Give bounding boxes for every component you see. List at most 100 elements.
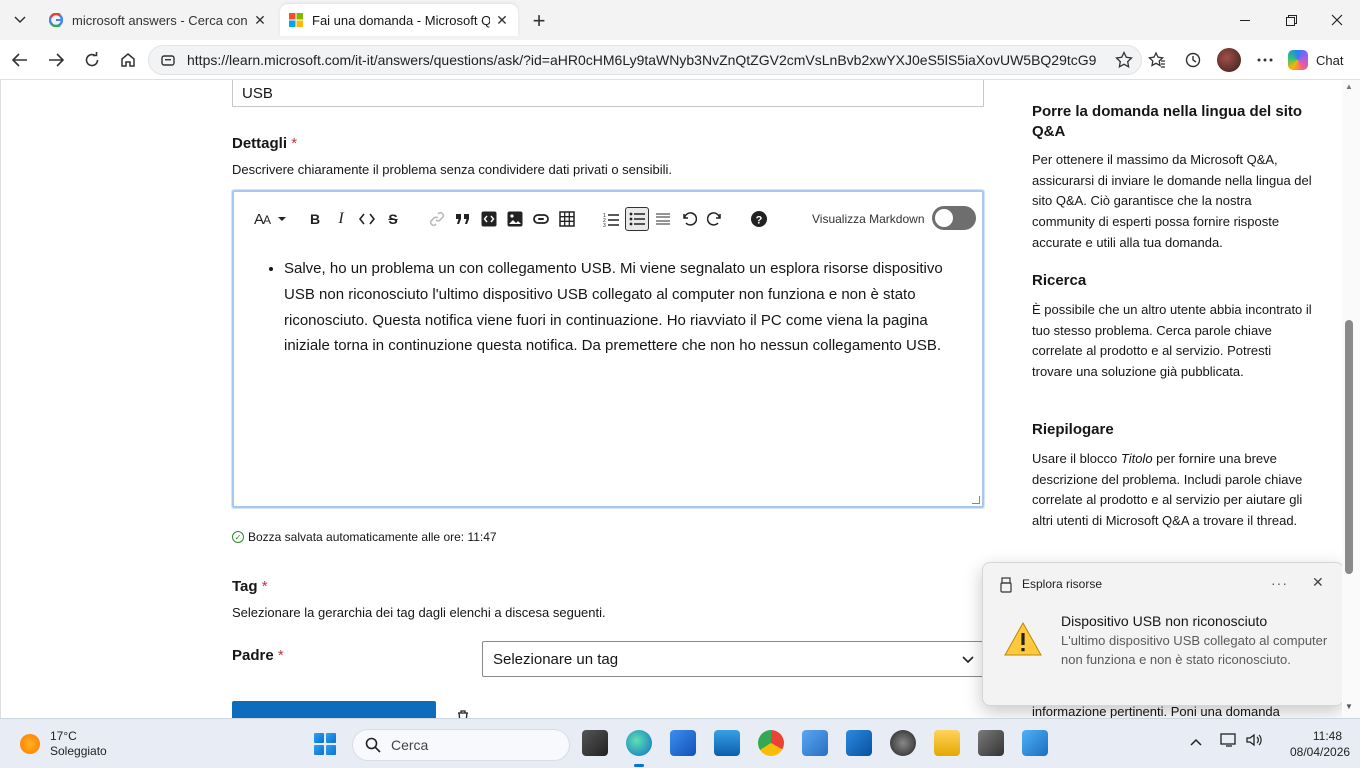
sidebar-heading: Ricerca — [1032, 272, 1087, 289]
scroll-up-icon[interactable]: ▲ — [1345, 82, 1353, 91]
editor-toolbar: AA B I S 1 2 3 ? Visualizza Markdown — [248, 206, 976, 234]
refresh-button[interactable] — [78, 46, 106, 74]
home-icon — [121, 53, 135, 67]
system-clock[interactable]: 11:48 08/04/2026 — [1290, 728, 1350, 760]
network-app-icon[interactable] — [802, 730, 828, 756]
details-label-text: Dettagli — [232, 135, 288, 152]
forward-button[interactable] — [42, 46, 70, 74]
body-text: Usare il blocco — [1032, 451, 1121, 466]
parent-label-text: Padre — [232, 647, 274, 664]
chrome-icon[interactable] — [758, 730, 784, 756]
task-view-icon[interactable] — [582, 730, 608, 756]
sidebar-section-language: Porre la domanda nella lingua del sito Q… — [1032, 102, 1314, 254]
strikethrough-icon[interactable]: S — [382, 208, 404, 230]
bulleted-list-icon[interactable] — [625, 207, 649, 231]
avatar[interactable] — [1217, 48, 1241, 72]
close-icon[interactable]: ✕ — [252, 12, 268, 28]
monitor-app-icon[interactable] — [714, 730, 740, 756]
network-icon[interactable] — [1220, 732, 1238, 751]
tab-ask-question[interactable]: Fai una domanda - Microsoft Q&A ✕ — [280, 4, 518, 36]
sidebar-heading: Porre la domanda nella lingua del sito Q… — [1032, 103, 1303, 140]
utility-app-icon[interactable] — [978, 730, 1004, 756]
sidebar-body: Usare il blocco Titolo per fornire una b… — [1032, 449, 1314, 532]
code-icon[interactable] — [356, 208, 378, 230]
edge-icon[interactable] — [626, 730, 652, 756]
details-label: Dettagli * — [232, 135, 297, 152]
copilot-chat-button[interactable]: Chat — [1288, 47, 1343, 73]
scrollbar-thumb[interactable] — [1345, 320, 1353, 574]
table-icon[interactable] — [556, 208, 578, 230]
redo-icon[interactable] — [704, 208, 726, 230]
mention-icon[interactable] — [530, 208, 552, 230]
volume-icon[interactable] — [1245, 732, 1263, 751]
back-button[interactable] — [6, 46, 34, 74]
close-icon[interactable]: ✕ — [494, 12, 510, 28]
resize-handle[interactable] — [972, 496, 980, 504]
undo-icon[interactable] — [678, 208, 700, 230]
app-icon[interactable] — [890, 730, 916, 756]
scroll-down-icon[interactable]: ▼ — [1345, 702, 1353, 711]
code-block-icon[interactable] — [478, 208, 500, 230]
svg-text:3: 3 — [603, 223, 606, 227]
favorite-star-icon[interactable] — [1115, 50, 1133, 69]
google-icon — [48, 12, 64, 28]
submit-question-button[interactable] — [232, 701, 436, 718]
usb-icon — [1000, 577, 1012, 593]
tab-google-search[interactable]: microsoft answers - Cerca con Goo ✕ — [40, 4, 276, 36]
trash-icon — [458, 710, 468, 718]
history-icon — [1185, 52, 1201, 68]
notification-toast[interactable]: Esplora risorse ··· ✕ Dispositivo USB no… — [982, 562, 1344, 706]
editor-list-item: Salve, ho un problema un con collegament… — [284, 256, 964, 359]
site-info-icon[interactable] — [159, 51, 177, 69]
new-tab-button[interactable]: + — [526, 8, 552, 34]
link-icon — [426, 208, 448, 230]
italic-icon[interactable]: I — [330, 208, 352, 230]
history-button[interactable] — [1179, 46, 1207, 74]
more-icon[interactable]: ··· — [1271, 575, 1288, 591]
minimize-button[interactable] — [1222, 0, 1268, 40]
numbered-list-icon[interactable]: 123 — [600, 208, 622, 230]
required-mark: * — [291, 135, 298, 152]
chevron-up-icon[interactable] — [1190, 734, 1202, 749]
notification-body: L'ultimo dispositivo USB collegato al co… — [1061, 633, 1328, 667]
store-icon[interactable] — [670, 730, 696, 756]
autosave-text: Bozza salvata automaticamente alle ore: … — [248, 530, 497, 544]
settings-more-button[interactable] — [1251, 46, 1279, 74]
body-emphasis: Titolo — [1120, 451, 1153, 466]
navigation-bar: https://learn.microsoft.com/it-it/answer… — [0, 40, 1360, 80]
weather-desc: Soleggiato — [50, 744, 107, 758]
discard-button[interactable] — [456, 709, 470, 718]
title-input[interactable]: USB — [232, 80, 984, 107]
restore-button[interactable] — [1268, 0, 1314, 40]
parent-tag-select[interactable]: Selezionare un tag — [482, 641, 984, 677]
details-editor[interactable]: AA B I S 1 2 3 ? Visualizza Markdown • S… — [232, 190, 984, 508]
horizontal-rule-icon[interactable] — [652, 208, 674, 230]
chevron-down-icon — [14, 16, 26, 24]
check-circle-icon: ✓ — [232, 531, 244, 543]
editor-content[interactable]: Salve, ho un problema un con collegament… — [264, 256, 964, 359]
outlook-icon[interactable] — [846, 730, 872, 756]
tab-title: microsoft answers - Cerca con Goo — [72, 12, 248, 28]
close-icon[interactable]: ✕ — [1312, 574, 1324, 591]
quote-icon[interactable] — [452, 208, 474, 230]
tab-strip: microsoft answers - Cerca con Goo ✕ Fai … — [0, 0, 1360, 40]
help-icon[interactable]: ? — [748, 208, 770, 230]
font-size-dropdown[interactable]: AA — [254, 208, 288, 230]
tag-help: Selezionare la gerarchia dei tag dagli e… — [232, 605, 606, 620]
close-window-button[interactable] — [1314, 0, 1360, 40]
weather-widget[interactable]: 17°C Soleggiato — [20, 729, 107, 759]
control-panel-icon[interactable] — [1022, 730, 1048, 756]
markdown-toggle[interactable] — [932, 206, 976, 230]
folder-icon[interactable] — [934, 730, 960, 756]
address-field[interactable]: https://learn.microsoft.com/it-it/answer… — [148, 45, 1142, 75]
weather-temp: 17°C — [50, 729, 77, 743]
image-icon[interactable] — [504, 208, 526, 230]
taskbar-search[interactable]: Cerca — [352, 729, 570, 761]
page-scrollbar[interactable]: ▲ ▼ — [1342, 80, 1360, 718]
arrow-left-icon — [12, 53, 27, 67]
home-button[interactable] — [114, 46, 142, 74]
bold-icon[interactable]: B — [304, 208, 326, 230]
start-button[interactable] — [314, 733, 336, 755]
tab-actions-menu[interactable] — [6, 6, 34, 34]
favorites-button[interactable] — [1143, 46, 1171, 74]
